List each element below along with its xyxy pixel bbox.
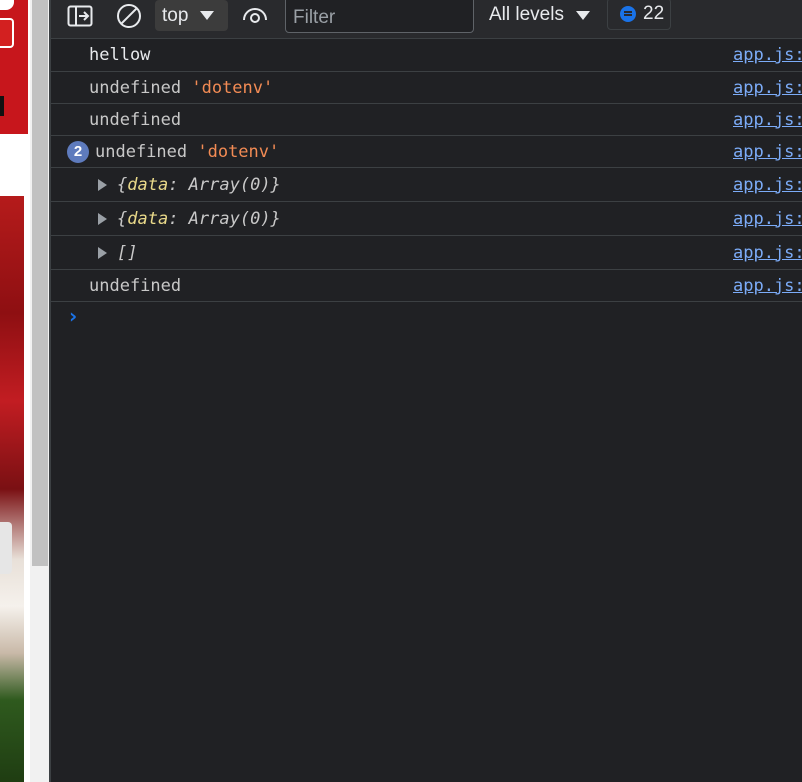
message-prefix: undefined (95, 141, 198, 162)
page-scrollbar[interactable] (30, 0, 50, 782)
console-message: undefined (89, 275, 182, 296)
console-prompt-chevron-icon[interactable]: › (69, 304, 77, 328)
page-image (0, 196, 24, 782)
page-side-tab[interactable] (0, 522, 12, 574)
source-link[interactable]: app.js: (733, 209, 802, 229)
expand-triangle-icon[interactable] (98, 212, 107, 225)
source-link[interactable]: app.js: (733, 78, 802, 98)
object-key: data (127, 208, 169, 229)
source-link[interactable]: app.js: (733, 110, 802, 130)
console-row[interactable]: undefined 'dotenv' app.js: (51, 72, 802, 104)
message-string: 'dotenv' (191, 77, 274, 98)
live-expression-eye-icon[interactable] (240, 2, 270, 30)
expand-triangle-icon[interactable] (98, 178, 107, 191)
console-row[interactable]: hellow app.js: (51, 39, 802, 72)
chevron-down-icon (200, 11, 215, 20)
console-row[interactable]: undefined app.js: (51, 270, 802, 302)
console-message: hellow (89, 45, 151, 65)
console-toolbar: top All levels 22 (51, 0, 802, 39)
issues-button[interactable]: 22 (607, 0, 671, 30)
issues-count: 22 (643, 3, 665, 24)
console-row[interactable]: 2 undefined 'dotenv' app.js: (51, 136, 802, 168)
object-value: : Array(0)} (168, 174, 281, 195)
page-viewport (0, 0, 30, 782)
issues-chat-icon (620, 6, 636, 22)
context-label: top (162, 4, 189, 26)
console-object: {data: Array(0)} (117, 175, 281, 195)
object-value: : Array(0)} (168, 208, 281, 229)
levels-label: All levels (489, 4, 564, 25)
console-row[interactable]: {data: Array(0)} app.js: (51, 202, 802, 236)
console-messages: hellow app.js: undefined 'dotenv' app.js… (51, 39, 802, 302)
page-badge (0, 18, 14, 48)
filter-input[interactable] (285, 0, 474, 33)
devtools-console: top All levels 22 hellow app.js: undefin… (51, 0, 802, 782)
repeat-count-badge: 2 (67, 140, 89, 163)
object-key: data (127, 174, 169, 195)
message-prefix: undefined (89, 77, 192, 98)
console-row[interactable]: [] app.js: (51, 236, 802, 270)
object-brace: { (117, 208, 128, 229)
console-message: undefined 'dotenv' (95, 142, 279, 162)
chevron-down-icon (575, 10, 590, 20)
source-link[interactable]: app.js: (733, 243, 802, 263)
object-brace: { (117, 174, 128, 195)
console-array: [] (117, 242, 138, 263)
page-whitespace (0, 134, 30, 196)
sidebar-toggle-icon[interactable] (65, 2, 95, 30)
source-link[interactable]: app.js: (733, 175, 802, 195)
message-string: 'dotenv' (197, 141, 280, 162)
source-link[interactable]: app.js: (733, 45, 802, 65)
context-selector[interactable]: top (155, 0, 228, 31)
console-message: undefined 'dotenv' (89, 78, 273, 98)
log-levels-dropdown[interactable]: All levels (489, 2, 590, 28)
source-link[interactable]: app.js: (733, 142, 802, 162)
console-row[interactable]: {data: Array(0)} app.js: (51, 168, 802, 202)
expand-triangle-icon[interactable] (98, 246, 107, 259)
scrollbar-thumb[interactable] (32, 0, 48, 566)
page-mark (0, 96, 4, 116)
console-message: undefined (89, 109, 182, 130)
source-link[interactable]: app.js: (733, 276, 802, 296)
console-object: {data: Array(0)} (117, 209, 281, 229)
clear-console-icon[interactable] (114, 2, 144, 30)
console-row[interactable]: undefined app.js: (51, 104, 802, 136)
